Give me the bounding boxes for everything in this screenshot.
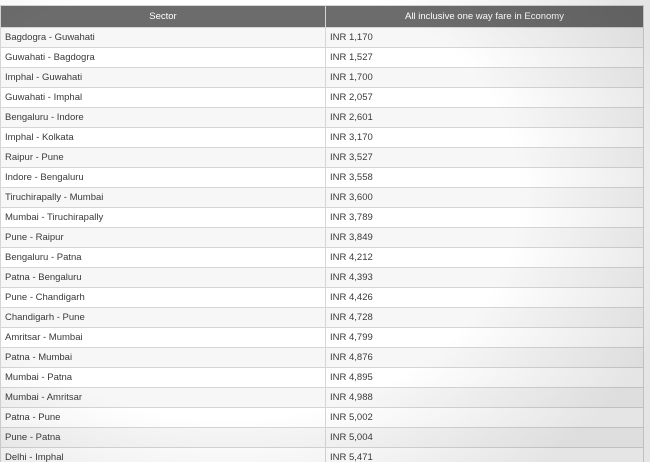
table-row: Patna - Bengaluru INR 4,393	[0, 267, 644, 288]
sector-cell: Guwahati - Bagdogra	[0, 47, 326, 68]
table-header: Sector All inclusive one way fare in Eco…	[0, 5, 644, 28]
fare-cell: INR 4,393	[325, 267, 644, 288]
sector-cell: Chandigarh - Pune	[0, 307, 326, 328]
sector-cell: Mumbai - Tiruchirapally	[0, 207, 326, 228]
fare-cell: INR 3,527	[325, 147, 644, 168]
fare-cell: INR 1,700	[325, 67, 644, 88]
fare-cell: INR 4,895	[325, 367, 644, 388]
table-row: Amritsar - Mumbai INR 4,799	[0, 327, 644, 348]
table-row: Delhi - Imphal INR 5,471	[0, 447, 644, 462]
table-row: Indore - Bengaluru INR 3,558	[0, 167, 644, 188]
fare-cell: INR 4,426	[325, 287, 644, 308]
fare-cell: INR 4,728	[325, 307, 644, 328]
fare-cell: INR 2,057	[325, 87, 644, 108]
table-row: Imphal - Guwahati INR 1,700	[0, 67, 644, 88]
fare-cell: INR 3,600	[325, 187, 644, 208]
fare-cell: INR 3,849	[325, 227, 644, 248]
table-row: Imphal - Kolkata INR 3,170	[0, 127, 644, 148]
header-sector: Sector	[0, 5, 326, 28]
header-fare: All inclusive one way fare in Economy	[325, 5, 644, 28]
table-row: Bagdogra - Guwahati INR 1,170	[0, 27, 644, 48]
table-row: Patna - Pune INR 5,002	[0, 407, 644, 428]
fare-cell: INR 1,527	[325, 47, 644, 68]
sector-cell: Patna - Mumbai	[0, 347, 326, 368]
table-row: Tiruchirapally - Mumbai INR 3,600	[0, 187, 644, 208]
table-row: Mumbai - Tiruchirapally INR 3,789	[0, 207, 644, 228]
table-row: Pune - Chandigarh INR 4,426	[0, 287, 644, 308]
sector-cell: Patna - Pune	[0, 407, 326, 428]
fare-cell: INR 4,212	[325, 247, 644, 268]
sector-cell: Pune - Patna	[0, 427, 326, 448]
fare-cell: INR 5,471	[325, 447, 644, 462]
sector-cell: Amritsar - Mumbai	[0, 327, 326, 348]
sector-cell: Bagdogra - Guwahati	[0, 27, 326, 48]
table-row: Chandigarh - Pune INR 4,728	[0, 307, 644, 328]
header-row: Sector All inclusive one way fare in Eco…	[0, 5, 644, 28]
fare-cell: INR 5,004	[325, 427, 644, 448]
sector-cell: Imphal - Guwahati	[0, 67, 326, 88]
sector-cell: Mumbai - Patna	[0, 367, 326, 388]
table-row: Guwahati - Imphal INR 2,057	[0, 87, 644, 108]
sector-cell: Delhi - Imphal	[0, 447, 326, 462]
fare-cell: INR 3,789	[325, 207, 644, 228]
fare-cell: INR 5,002	[325, 407, 644, 428]
table-row: Bengaluru - Indore INR 2,601	[0, 107, 644, 128]
fare-cell: INR 4,988	[325, 387, 644, 408]
sector-cell: Mumbai - Amritsar	[0, 387, 326, 408]
sector-cell: Imphal - Kolkata	[0, 127, 326, 148]
table-row: Guwahati - Bagdogra INR 1,527	[0, 47, 644, 68]
fare-cell: INR 4,876	[325, 347, 644, 368]
sector-cell: Bengaluru - Indore	[0, 107, 326, 128]
sector-cell: Patna - Bengaluru	[0, 267, 326, 288]
sector-cell: Tiruchirapally - Mumbai	[0, 187, 326, 208]
table-row: Mumbai - Patna INR 4,895	[0, 367, 644, 388]
sector-cell: Pune - Raipur	[0, 227, 326, 248]
table-row: Raipur - Pune INR 3,527	[0, 147, 644, 168]
table-row: Pune - Raipur INR 3,849	[0, 227, 644, 248]
sector-cell: Pune - Chandigarh	[0, 287, 326, 308]
table-row: Bengaluru - Patna INR 4,212	[0, 247, 644, 268]
fare-cell: INR 4,799	[325, 327, 644, 348]
sector-cell: Raipur - Pune	[0, 147, 326, 168]
fare-cell: INR 3,558	[325, 167, 644, 188]
table-body: Bagdogra - Guwahati INR 1,170 Guwahati - B…	[0, 27, 644, 462]
sector-cell: Indore - Bengaluru	[0, 167, 326, 188]
fare-cell: INR 2,601	[325, 107, 644, 128]
sector-cell: Guwahati - Imphal	[0, 87, 326, 108]
table-row: Pune - Patna INR 5,004	[0, 427, 644, 448]
sector-cell: Bengaluru - Patna	[0, 247, 326, 268]
fare-cell: INR 3,170	[325, 127, 644, 148]
table-row: Patna - Mumbai INR 4,876	[0, 347, 644, 368]
table-row: Mumbai - Amritsar INR 4,988	[0, 387, 644, 408]
fare-table: Sector All inclusive one way fare in Eco…	[0, 5, 644, 462]
fare-cell: INR 1,170	[325, 27, 644, 48]
